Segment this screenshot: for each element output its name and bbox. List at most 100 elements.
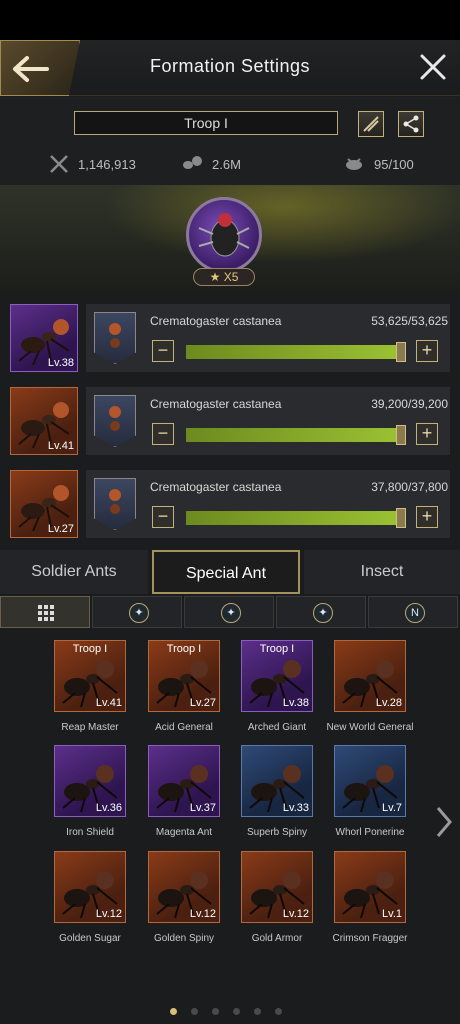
filter-type-3[interactable]: ✦ [276,596,366,628]
slider-handle[interactable] [395,425,406,445]
minus-button[interactable]: − [152,340,174,362]
troop-tag: Troop I [72,643,108,655]
page-dot[interactable] [254,1008,261,1015]
ant-level: Lv.41 [47,440,74,452]
quantity-slider[interactable] [186,342,406,362]
special-ant-card[interactable]: Troop I Lv.27 [148,640,220,712]
card-name: Whorl Ponerine [335,827,405,838]
next-page-arrow-icon[interactable] [434,804,454,840]
special-ant-card[interactable]: Lv.12 [148,851,220,923]
letter-n-icon: N [405,603,425,623]
ant-row-panel: Crematogaster castanea 37,800/37,800 − + [86,470,450,538]
card-name: Arched Giant [247,722,307,733]
card-name: Iron Shield [66,827,114,838]
page-dot[interactable] [191,1008,198,1015]
special-ant-card[interactable]: Lv.37 [148,745,220,817]
ant-name: Crematogaster castanea [150,480,282,494]
status-bar-area [0,0,460,40]
ant-type-1-icon: ✦ [129,603,149,623]
quantity-slider[interactable] [186,425,406,445]
card-level: Lv.28 [375,697,402,709]
page-dot[interactable] [233,1008,240,1015]
grid-icon [38,605,54,621]
ant-load-icon [183,156,202,169]
ant-portrait[interactable]: Lv.41 [10,387,78,455]
ant-name: Crematogaster castanea [150,314,282,328]
special-ant-card[interactable]: Troop I Lv.38 [241,640,313,712]
star-badge: ★ X5 [193,268,255,286]
troop-tag: Troop I [166,643,202,655]
ant-type-2-icon: ✦ [221,603,241,623]
troop-name-field[interactable]: Troop I [74,111,338,135]
ant-portrait[interactable]: Lv.38 [10,304,78,372]
share-button[interactable] [398,111,424,137]
card-name: Golden Sugar [59,933,121,944]
hero-portrait[interactable] [186,197,262,273]
ant-row-panel: Crematogaster castanea 39,200/39,200 − + [86,387,450,455]
filter-n[interactable]: N [368,596,458,628]
special-ant-card[interactable]: Lv.33 [241,745,313,817]
troop-info: Troop I 1,146,913 2.6M 95/100 [0,97,460,185]
rank-shield-icon [94,478,136,530]
rank-shield-icon [94,395,136,447]
quill-icon [363,116,379,132]
card-name: Gold Armor [251,933,303,944]
minus-button[interactable]: − [152,423,174,445]
card-level: Lv.1 [382,908,402,920]
rank-shield-icon [94,312,136,364]
ant-row: Lv.41 Crematogaster castanea 39,200/39,2… [10,387,450,457]
quantity-fill [186,428,402,442]
tab-insect[interactable]: Insect [304,550,460,594]
ant-portrait[interactable]: Lv.27 [10,470,78,538]
special-ant-card[interactable]: Troop I Lv.41 [54,640,126,712]
close-icon[interactable] [418,52,448,82]
plus-button[interactable]: + [416,423,438,445]
filter-all[interactable] [0,596,90,628]
rename-button[interactable] [358,111,384,137]
filter-type-1[interactable]: ✦ [92,596,182,628]
tab-soldier-ants[interactable]: Soldier Ants [0,550,148,594]
card-name: Superb Spiny [246,827,308,838]
special-ant-card[interactable]: Lv.12 [241,851,313,923]
filter-bar: ✦ ✦ ✦ N [0,596,460,630]
page-dot[interactable] [275,1008,282,1015]
slider-handle[interactable] [395,508,406,528]
quantity-fill [186,511,402,525]
ant-type-3-icon: ✦ [313,603,333,623]
hero-insect-icon [198,213,250,257]
power-value: 1,146,913 [78,156,136,172]
insect-capacity-icon [346,158,362,170]
capacity-stat: 95/100 [342,153,414,175]
card-level: Lv.33 [282,802,309,814]
load-value: 2.6M [212,156,241,172]
page-title: Formation Settings [149,56,311,76]
minus-button[interactable]: − [152,506,174,528]
special-ant-card[interactable]: Lv.1 [334,851,406,923]
filter-type-2[interactable]: ✦ [184,596,274,628]
plus-button[interactable]: + [416,340,438,362]
special-ant-card[interactable]: Lv.28 [334,640,406,712]
card-name: Reap Master [61,722,119,733]
card-level: Lv.12 [95,908,122,920]
special-ant-card[interactable]: Lv.12 [54,851,126,923]
special-ant-card[interactable]: Lv.36 [54,745,126,817]
card-level: Lv.7 [382,802,402,814]
plus-button[interactable]: + [416,506,438,528]
special-ant-card[interactable]: Lv.7 [334,745,406,817]
quantity-fill [186,345,402,359]
card-name: Magenta Ant [155,827,213,838]
category-tabs: Soldier Ants Special Ant Insect [0,550,460,596]
card-level: Lv.38 [282,697,309,709]
capacity-value: 95/100 [374,156,414,172]
crossed-swords-icon [50,155,68,173]
quantity-slider[interactable] [186,508,406,528]
share-icon [403,115,419,133]
page-dot[interactable] [212,1008,219,1015]
page-dot[interactable] [170,1008,177,1015]
card-name: New World General [326,722,414,733]
card-level: Lv.37 [189,802,216,814]
ant-row: Lv.38 Crematogaster castanea 53,625/53,6… [10,304,450,374]
load-stat: 2.6M [180,153,241,175]
slider-handle[interactable] [395,342,406,362]
tab-special-ant[interactable]: Special Ant [152,550,300,594]
